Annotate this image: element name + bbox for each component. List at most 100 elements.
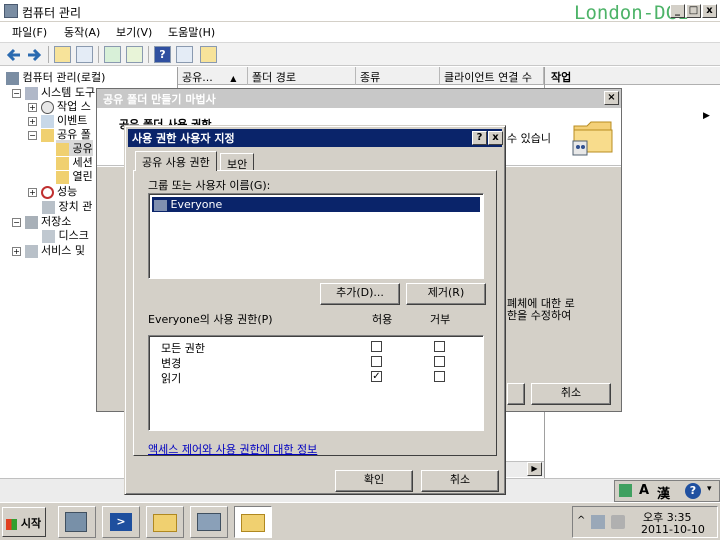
minimize-button[interactable]: _ bbox=[670, 4, 685, 18]
wizard-next-button[interactable] bbox=[507, 383, 525, 405]
perm-dialog-titlebar: 사용 권한 사용자 지정 bbox=[128, 129, 502, 147]
cancel-button[interactable]: 취소 bbox=[421, 470, 499, 492]
wizard-subtitle: 수 있습니 bbox=[507, 132, 551, 145]
tab-share-permissions[interactable]: 공유 사용 권한 bbox=[135, 151, 217, 171]
permissions-listbox: 모든 권한 변경 읽기 ✓ bbox=[148, 335, 484, 431]
device-manager-icon bbox=[42, 200, 55, 214]
tree-item-disk-management[interactable]: 디스크 bbox=[42, 227, 89, 243]
forward-arrow-icon[interactable] bbox=[26, 47, 42, 63]
expand-icon[interactable]: + bbox=[28, 102, 37, 112]
refresh-icon[interactable] bbox=[104, 46, 121, 63]
export-list-icon[interactable] bbox=[126, 46, 143, 63]
maximize-button[interactable]: □ bbox=[686, 4, 701, 18]
user-listbox[interactable]: Everyone bbox=[148, 193, 484, 279]
properties-icon[interactable] bbox=[176, 46, 193, 63]
permission-read: 읽기 bbox=[161, 372, 182, 385]
up-folder-icon[interactable] bbox=[54, 46, 71, 63]
show-hide-tree-icon[interactable] bbox=[76, 46, 93, 63]
allow-full-control-checkbox[interactable] bbox=[371, 341, 382, 352]
input-mode-indicator[interactable]: A bbox=[639, 483, 649, 498]
ok-button[interactable]: 확인 bbox=[335, 470, 413, 492]
help-link[interactable]: 액세스 제어와 사용 권한에 대한 정보 bbox=[148, 441, 317, 457]
tab-security[interactable]: 보안 bbox=[220, 153, 255, 171]
collapse-icon[interactable]: − bbox=[12, 88, 21, 98]
server-manager-icon[interactable] bbox=[58, 506, 96, 538]
allow-change-checkbox[interactable] bbox=[371, 356, 382, 367]
deny-column-label: 거부 bbox=[430, 313, 451, 326]
column-client-connections[interactable]: 클라이언트 연결 수 bbox=[440, 67, 544, 85]
ime-icon[interactable] bbox=[619, 484, 632, 497]
deny-change-checkbox[interactable] bbox=[434, 356, 445, 367]
help-icon[interactable]: ? bbox=[154, 46, 171, 63]
volume-muted-icon[interactable] bbox=[611, 515, 625, 529]
column-folder-path[interactable]: 폴더 경로 bbox=[248, 67, 356, 85]
scroll-right-icon[interactable]: ▶ bbox=[527, 462, 542, 476]
customize-permissions-dialog: 사용 권한 사용자 지정 ? x 공유 사용 권한 보안 그룹 또는 사용자 이… bbox=[124, 125, 506, 495]
show-hidden-icons-icon[interactable]: ^ bbox=[577, 515, 585, 526]
share-permissions-panel: 그룹 또는 사용자 이름(G): Everyone 추가(D)... 제거(R)… bbox=[133, 170, 497, 456]
actions-header: 작업 bbox=[545, 67, 720, 85]
menu-action[interactable]: 동작(A) bbox=[64, 24, 100, 40]
shared-folder-icon bbox=[572, 121, 613, 156]
hanja-mode-indicator[interactable]: 漢 bbox=[657, 483, 670, 502]
column-share-name[interactable]: 공유... ▲ bbox=[178, 67, 248, 85]
tree-item-services-apps[interactable]: + 서비스 및 bbox=[12, 242, 85, 258]
wizard-close-button[interactable]: × bbox=[604, 91, 619, 105]
explorer-icon[interactable] bbox=[146, 506, 184, 538]
close-window-button[interactable]: x bbox=[702, 4, 717, 18]
menu-view[interactable]: 보기(V) bbox=[116, 24, 152, 40]
help-button[interactable]: ? bbox=[472, 131, 487, 145]
shared-folder-icon[interactable] bbox=[234, 506, 272, 538]
menu-help[interactable]: 도움말(H) bbox=[168, 24, 215, 40]
tree-item-open-files[interactable]: 열린 bbox=[56, 168, 93, 184]
services-icon bbox=[24, 244, 38, 258]
notification-area: ^ 오후 3:35 2011-10-10 bbox=[572, 506, 718, 538]
wizard-cancel-button[interactable]: 취소 bbox=[531, 383, 611, 405]
help-icon[interactable]: ? bbox=[685, 483, 701, 499]
expand-icon[interactable]: + bbox=[28, 187, 37, 197]
group-or-user-label: 그룹 또는 사용자 이름(G): bbox=[148, 179, 271, 192]
taskbar: 시작 > ^ 오후 3:35 2011-10-10 bbox=[0, 502, 720, 540]
language-bar: A 漢 ? ▾ bbox=[614, 480, 720, 502]
expand-icon[interactable]: + bbox=[28, 116, 37, 126]
permissions-for-label: Everyone의 사용 권한(P) bbox=[148, 313, 273, 326]
menu-file[interactable]: 파일(F) bbox=[12, 24, 47, 40]
shared-folder-icon[interactable] bbox=[200, 46, 217, 63]
powershell-icon[interactable]: > bbox=[102, 506, 140, 538]
list-item[interactable]: Everyone bbox=[152, 197, 480, 212]
network-icon[interactable] bbox=[591, 515, 605, 529]
computer-management-icon[interactable] bbox=[190, 506, 228, 538]
open-files-icon bbox=[56, 170, 69, 184]
perm-close-button[interactable]: x bbox=[488, 131, 503, 145]
disk-icon bbox=[42, 229, 55, 243]
shared-folder-icon bbox=[40, 128, 54, 142]
back-arrow-icon[interactable] bbox=[6, 47, 22, 63]
tree-item-performance[interactable]: + 성능 bbox=[28, 183, 77, 199]
deny-full-control-checkbox[interactable] bbox=[434, 341, 445, 352]
window-title: 컴퓨터 관리 bbox=[22, 6, 82, 20]
allow-read-checkbox[interactable]: ✓ bbox=[371, 371, 382, 382]
submenu-arrow-icon[interactable]: ▶ bbox=[703, 111, 710, 121]
windows-logo-icon bbox=[6, 518, 17, 530]
clock-date[interactable]: 2011-10-10 bbox=[641, 523, 705, 536]
list-header: 공유... ▲ 폴더 경로 종류 클라이언트 연결 수 bbox=[178, 67, 544, 85]
storage-icon bbox=[24, 215, 38, 229]
wizard-body-text-2: 한을 수정하여 bbox=[507, 309, 572, 322]
sort-ascending-icon: ▲ bbox=[230, 74, 237, 83]
toolbar-separator bbox=[148, 46, 149, 63]
deny-read-checkbox[interactable] bbox=[434, 371, 445, 382]
collapse-icon[interactable]: − bbox=[12, 217, 21, 227]
toolbar-separator bbox=[48, 46, 49, 63]
remove-button[interactable]: 제거(R) bbox=[406, 283, 486, 305]
tree-item-device-manager[interactable]: 장치 관 bbox=[42, 198, 92, 214]
start-button[interactable]: 시작 bbox=[2, 507, 46, 537]
tree-root[interactable]: 컴퓨터 관리(로컬) bbox=[6, 69, 105, 85]
column-type[interactable]: 종류 bbox=[356, 67, 440, 85]
add-button[interactable]: 추가(D)... bbox=[320, 283, 400, 305]
chevron-down-icon[interactable]: ▾ bbox=[707, 484, 712, 494]
computer-management-icon bbox=[4, 4, 18, 18]
permission-change: 변경 bbox=[161, 357, 182, 370]
collapse-icon[interactable]: − bbox=[28, 130, 37, 140]
allow-column-label: 허용 bbox=[372, 313, 393, 326]
expand-icon[interactable]: + bbox=[12, 246, 21, 256]
